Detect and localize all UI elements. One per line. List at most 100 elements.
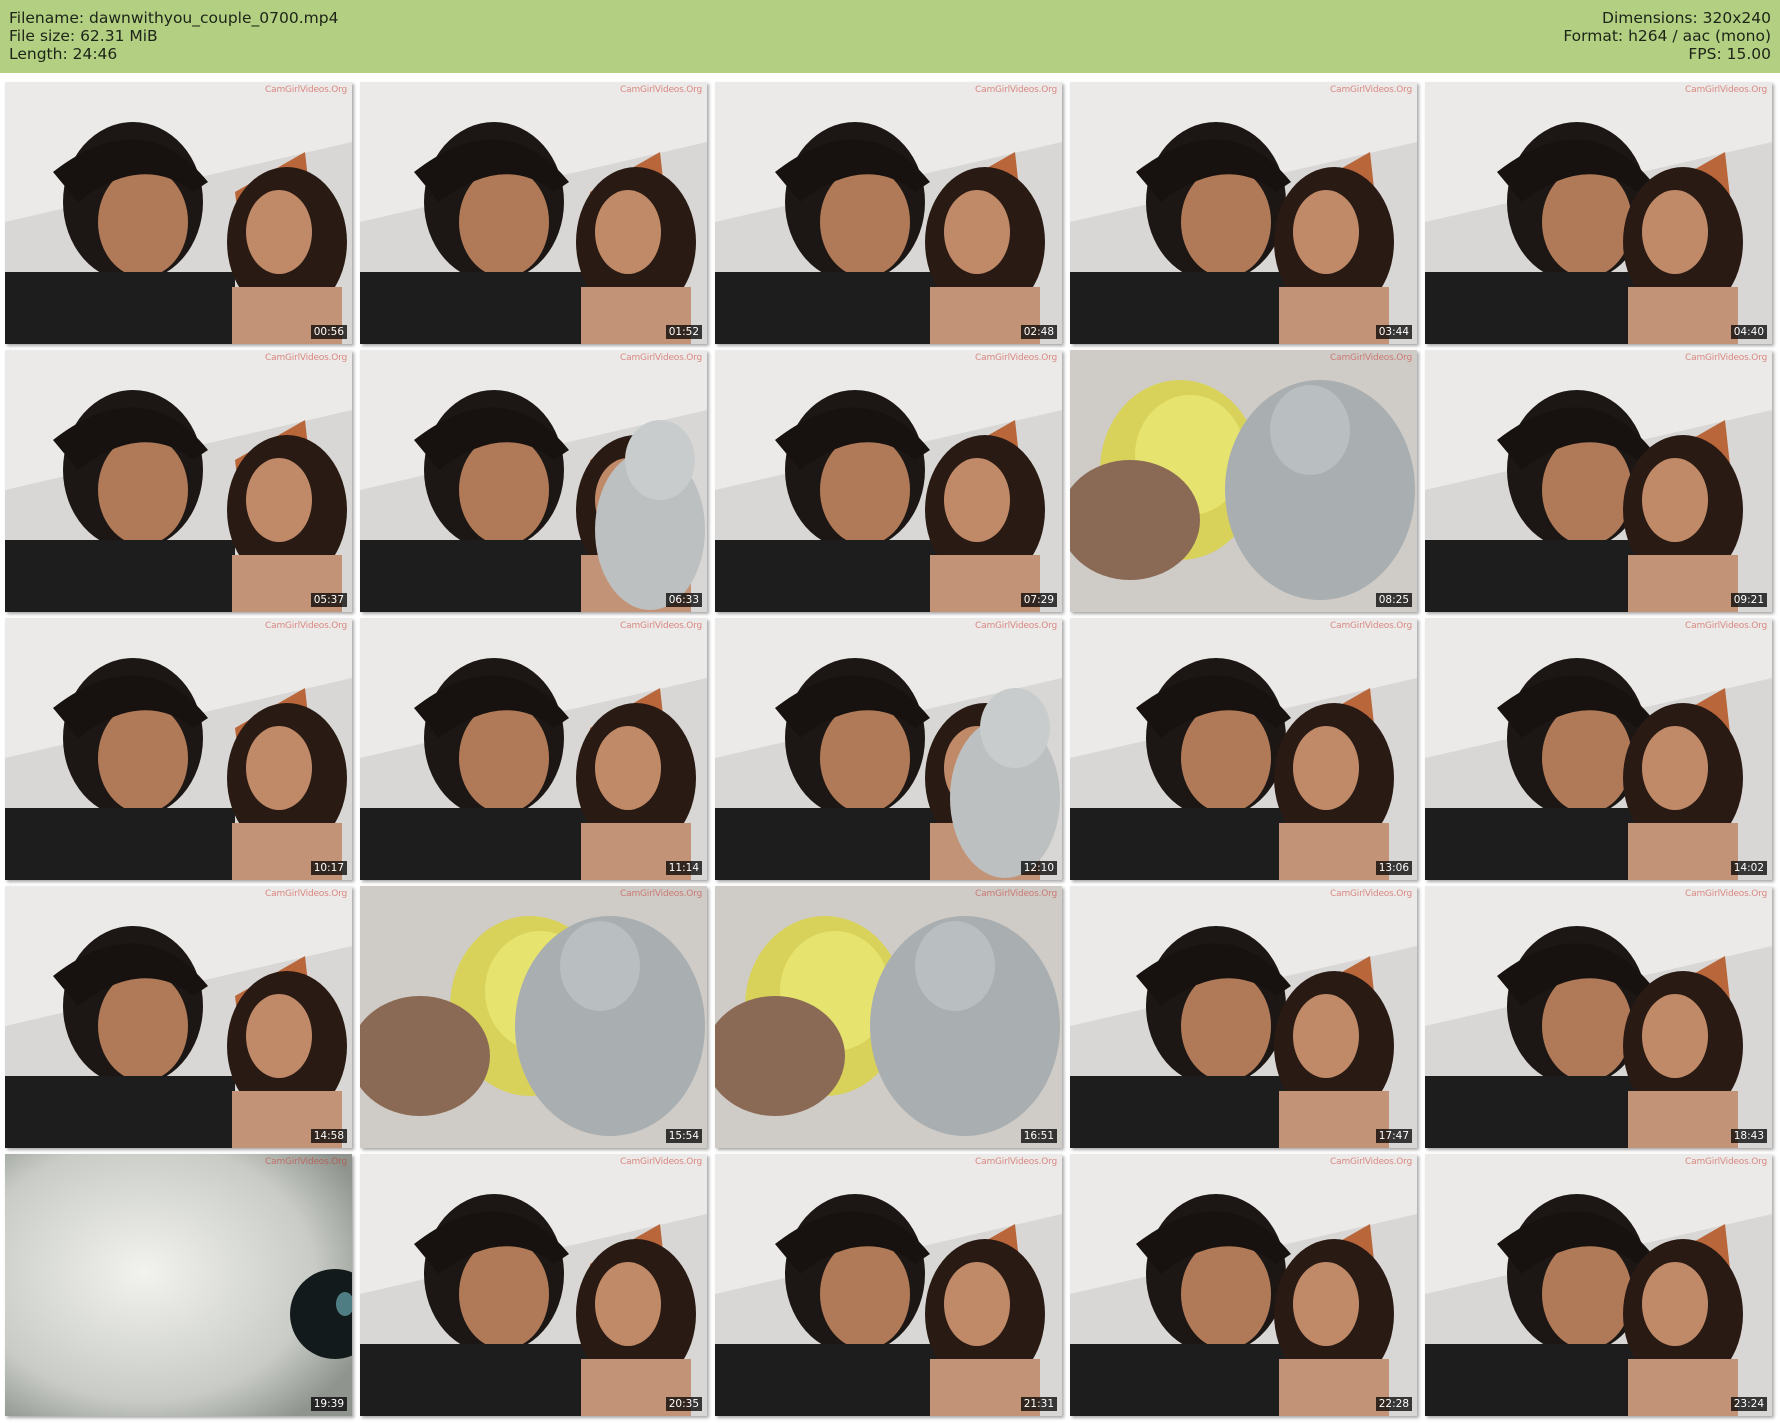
video-thumbnail[interactable]: CamGirlVideos.Org 10:17 [5, 618, 352, 880]
video-thumbnail[interactable]: CamGirlVideos.Org 00:56 [5, 82, 352, 344]
thumbnail-frame-image [715, 618, 1062, 880]
thumbnail-frame-image [360, 618, 707, 880]
thumbnail-frame-image [715, 1154, 1062, 1416]
thumbnail-frame-image [1070, 886, 1417, 1148]
video-thumbnail[interactable]: CamGirlVideos.Org 02:48 [715, 82, 1062, 344]
length-text: Length: 24:46 [9, 45, 118, 63]
watermark-text: CamGirlVideos.Org [620, 621, 702, 631]
video-thumbnail[interactable]: CamGirlVideos.Org 08:25 [1070, 350, 1417, 612]
video-thumbnail[interactable]: CamGirlVideos.Org 19:39 [5, 1154, 352, 1416]
watermark-text: CamGirlVideos.Org [620, 1157, 702, 1167]
thumbnail-frame-image [360, 350, 707, 612]
video-thumbnail[interactable]: CamGirlVideos.Org 14:02 [1425, 618, 1772, 880]
timestamp-label: 21:31 [1020, 1397, 1057, 1411]
thumbnail-frame-image [360, 886, 707, 1148]
watermark-text: CamGirlVideos.Org [975, 621, 1057, 631]
timestamp-label: 23:24 [1730, 1397, 1767, 1411]
watermark-text: CamGirlVideos.Org [620, 85, 702, 95]
timestamp-label: 00:56 [310, 325, 347, 339]
watermark-text: CamGirlVideos.Org [1330, 1157, 1412, 1167]
video-thumbnail[interactable]: CamGirlVideos.Org 09:21 [1425, 350, 1772, 612]
info-header: Filename: dawnwithyou_couple_0700.mp4 Fi… [0, 0, 1780, 73]
thumbnail-frame-image [1070, 350, 1417, 612]
thumbnail-frame-image [360, 82, 707, 344]
video-thumbnail[interactable]: CamGirlVideos.Org 06:33 [360, 350, 707, 612]
video-thumbnail[interactable]: CamGirlVideos.Org 13:06 [1070, 618, 1417, 880]
video-thumbnail[interactable]: CamGirlVideos.Org 03:44 [1070, 82, 1417, 344]
video-thumbnail[interactable]: CamGirlVideos.Org 04:40 [1425, 82, 1772, 344]
watermark-text: CamGirlVideos.Org [1685, 621, 1767, 631]
video-thumbnail[interactable]: CamGirlVideos.Org 18:43 [1425, 886, 1772, 1148]
video-thumbnail[interactable]: CamGirlVideos.Org 22:28 [1070, 1154, 1417, 1416]
timestamp-label: 22:28 [1375, 1397, 1412, 1411]
video-thumbnail[interactable]: CamGirlVideos.Org 23:24 [1425, 1154, 1772, 1416]
timestamp-label: 01:52 [665, 325, 702, 339]
watermark-text: CamGirlVideos.Org [265, 889, 347, 899]
thumbnail-frame-image [1425, 886, 1772, 1148]
watermark-text: CamGirlVideos.Org [1685, 85, 1767, 95]
timestamp-label: 06:33 [665, 593, 702, 607]
dimensions-text: Dimensions: 320x240 [1602, 9, 1771, 27]
watermark-text: CamGirlVideos.Org [620, 353, 702, 363]
timestamp-label: 13:06 [1375, 861, 1412, 875]
watermark-text: CamGirlVideos.Org [620, 889, 702, 899]
video-thumbnail[interactable]: CamGirlVideos.Org 11:14 [360, 618, 707, 880]
watermark-text: CamGirlVideos.Org [1685, 353, 1767, 363]
thumbnail-frame-image [715, 82, 1062, 344]
file-info: Filename: dawnwithyou_couple_0700.mp4 Fi… [9, 9, 338, 63]
timestamp-label: 07:29 [1020, 593, 1057, 607]
video-thumbnail[interactable]: CamGirlVideos.Org 07:29 [715, 350, 1062, 612]
thumbnail-frame-image [1425, 82, 1772, 344]
timestamp-label: 11:14 [665, 861, 702, 875]
video-thumbnail[interactable]: CamGirlVideos.Org 17:47 [1070, 886, 1417, 1148]
timestamp-label: 08:25 [1375, 593, 1412, 607]
thumbnail-frame-image [5, 350, 352, 612]
watermark-text: CamGirlVideos.Org [1330, 621, 1412, 631]
timestamp-label: 20:35 [665, 1397, 702, 1411]
thumbnail-frame-image [1070, 1154, 1417, 1416]
watermark-text: CamGirlVideos.Org [265, 621, 347, 631]
timestamp-label: 03:44 [1375, 325, 1412, 339]
thumbnail-frame-image [1425, 1154, 1772, 1416]
video-thumbnail[interactable]: CamGirlVideos.Org 14:58 [5, 886, 352, 1148]
video-thumbnail[interactable]: CamGirlVideos.Org 12:10 [715, 618, 1062, 880]
timestamp-label: 18:43 [1730, 1129, 1767, 1143]
timestamp-label: 05:37 [310, 593, 347, 607]
video-thumbnail[interactable]: CamGirlVideos.Org 05:37 [5, 350, 352, 612]
watermark-text: CamGirlVideos.Org [1330, 353, 1412, 363]
watermark-text: CamGirlVideos.Org [1685, 889, 1767, 899]
watermark-text: CamGirlVideos.Org [265, 353, 347, 363]
thumbnail-frame-image [715, 350, 1062, 612]
thumbnail-frame-image [1070, 82, 1417, 344]
filename-text: Filename: dawnwithyou_couple_0700.mp4 [9, 9, 339, 27]
timestamp-label: 14:58 [310, 1129, 347, 1143]
timestamp-label: 19:39 [310, 1397, 347, 1411]
thumbnail-frame-image [360, 1154, 707, 1416]
timestamp-label: 02:48 [1020, 325, 1057, 339]
timestamp-label: 12:10 [1020, 861, 1057, 875]
timestamp-label: 09:21 [1730, 593, 1767, 607]
watermark-text: CamGirlVideos.Org [975, 1157, 1057, 1167]
thumbnail-frame-image [1425, 618, 1772, 880]
video-thumbnail[interactable]: CamGirlVideos.Org 01:52 [360, 82, 707, 344]
fps-text: FPS: 15.00 [1688, 45, 1771, 63]
thumbnail-frame-image [5, 82, 352, 344]
watermark-text: CamGirlVideos.Org [265, 1157, 347, 1167]
timestamp-label: 17:47 [1375, 1129, 1412, 1143]
thumbnail-frame-image [715, 886, 1062, 1148]
video-thumbnail[interactable]: CamGirlVideos.Org 16:51 [715, 886, 1062, 1148]
video-thumbnail[interactable]: CamGirlVideos.Org 15:54 [360, 886, 707, 1148]
video-info: Dimensions: 320x240 Format: h264 / aac (… [1563, 9, 1771, 63]
watermark-text: CamGirlVideos.Org [975, 353, 1057, 363]
thumbnail-frame-image [5, 1154, 352, 1416]
video-thumbnail[interactable]: CamGirlVideos.Org 21:31 [715, 1154, 1062, 1416]
timestamp-label: 04:40 [1730, 325, 1767, 339]
thumbnail-frame-image [1425, 350, 1772, 612]
thumbnail-frame-image [5, 886, 352, 1148]
watermark-text: CamGirlVideos.Org [975, 889, 1057, 899]
watermark-text: CamGirlVideos.Org [975, 85, 1057, 95]
thumbnail-grid: CamGirlVideos.Org 00:56 CamGirlVideos.Org 0… [0, 82, 1780, 1418]
watermark-text: CamGirlVideos.Org [1330, 889, 1412, 899]
filesize-text: File size: 62.31 MiB [9, 27, 158, 45]
video-thumbnail[interactable]: CamGirlVideos.Org 20:35 [360, 1154, 707, 1416]
